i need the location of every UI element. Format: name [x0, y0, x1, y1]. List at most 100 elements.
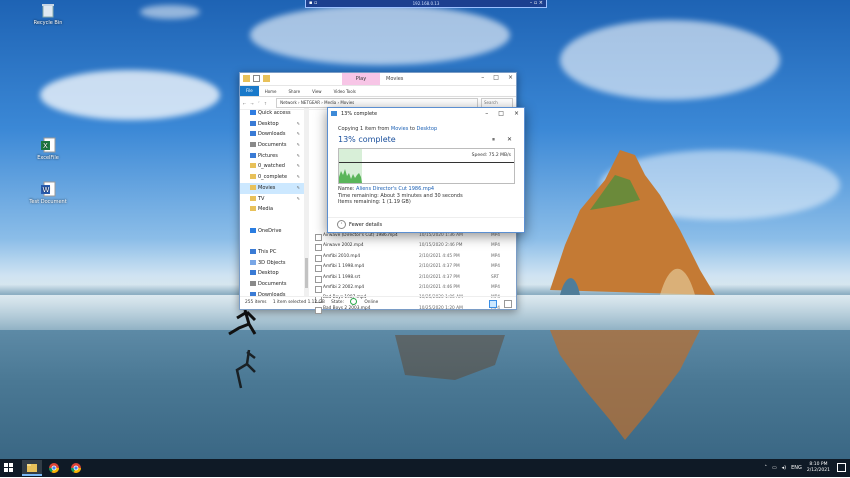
file-type: SRT	[491, 274, 500, 280]
tab-video-tools[interactable]: Video Tools	[328, 89, 362, 94]
remote-desktop-bar[interactable]: ▪ ▫ 192.168.0.13 – ▫ ×	[305, 0, 547, 8]
nav-item-label: 3D Objects	[258, 259, 286, 266]
nav-item[interactable]: Desktop ✎	[240, 119, 304, 130]
rock-arch	[550, 150, 715, 295]
explorer-titlebar[interactable]: Play Movies – □ ×	[240, 73, 516, 86]
nav-item-label: Desktop	[258, 120, 279, 127]
nav-item-label: Desktop	[258, 270, 279, 277]
file-type: MP4	[491, 264, 501, 270]
up-arrow-icon[interactable]: ↑	[264, 101, 267, 106]
new-folder-icon[interactable]	[263, 75, 270, 82]
file-date: 2/10/2021 4:37 PM	[419, 274, 460, 280]
source-folder-link[interactable]: Movies	[391, 126, 408, 132]
items-label: Items remaining:	[338, 199, 383, 205]
nav-item[interactable]: OneDrive	[240, 226, 304, 237]
nav-item[interactable]: Desktop	[240, 268, 304, 279]
file-row[interactable]: Airwave 2002.mp4 10/15/2020 2:46 PM MP4	[314, 241, 514, 252]
minimize-icon[interactable]: –	[485, 108, 488, 120]
file-name: Amfibi 1 1998.srt	[314, 273, 419, 283]
maximize-icon[interactable]: □	[498, 108, 504, 120]
back-arrow-icon[interactable]: ←	[243, 101, 246, 106]
copy-source-line: Copying 1 item from Movies to Desktop	[338, 126, 437, 132]
file-row[interactable]: Amfibi 1 1998.mp4 2/10/2021 4:37 PM MP4	[314, 262, 514, 273]
destination-folder-link[interactable]: Desktop	[417, 126, 438, 132]
nav-item[interactable]: Movies ✎	[240, 182, 304, 194]
folder-icon	[250, 270, 256, 276]
tab-share[interactable]: Share	[283, 89, 307, 94]
scroll-thumb[interactable]	[305, 258, 308, 288]
nav-scrollbar[interactable]	[304, 108, 309, 296]
tab-home[interactable]: Home	[259, 89, 283, 94]
network-icon[interactable]: ▭	[772, 465, 777, 471]
forward-arrow-icon[interactable]: →	[250, 101, 253, 106]
taskbar-file-explorer[interactable]	[22, 460, 42, 476]
maximize-icon[interactable]: □	[493, 74, 499, 81]
transfer-speed-graph: Speed: 75.2 MB/s	[338, 148, 515, 184]
recent-chevron-icon[interactable]: ˅	[258, 101, 260, 106]
file-row[interactable]: Amfibi 2010.mp4 2/10/2021 4:45 PM MP4	[314, 252, 514, 263]
tab-file[interactable]: File	[240, 86, 259, 96]
nav-item[interactable]: TV ✎	[240, 194, 304, 205]
dialog-titlebar[interactable]: 13% complete – □ ×	[328, 108, 524, 120]
clock[interactable]: 8:10 PM 2/12/2021	[807, 462, 830, 474]
nav-item[interactable]: 0_watched ✎	[240, 161, 304, 172]
close-icon[interactable]: ×	[508, 74, 513, 81]
file-row[interactable]: Amfibi 2 2002.mp4 2/10/2021 4:46 PM MP4	[314, 283, 514, 294]
properties-icon[interactable]	[253, 75, 260, 82]
nav-item[interactable]: Pictures ✎	[240, 151, 304, 162]
close-icon[interactable]: ✕	[507, 136, 512, 144]
nav-item-label: Downloads	[258, 131, 286, 138]
pin-icon[interactable]: ▪ ▫	[309, 0, 317, 7]
fewer-details-toggle[interactable]: ˄ Fewer details	[328, 217, 524, 232]
file-name: Amfibi 2010.mp4	[314, 252, 419, 263]
nav-buttons: ← → ˅ ↑	[240, 101, 270, 106]
nav-item-label: Movies	[258, 184, 276, 191]
action-center-icon[interactable]	[837, 463, 846, 472]
taskbar-chrome-1[interactable]	[44, 460, 64, 476]
nav-item[interactable]: This PC	[240, 247, 304, 258]
taskbar: ˄ ▭ ◂) ENG 8:10 PM 2/12/2021	[0, 459, 850, 477]
excel-icon: X	[40, 137, 56, 153]
play-context-tab[interactable]: Play	[342, 73, 380, 85]
copy-progress-dialog[interactable]: 13% complete – □ × Copying 1 item from M…	[327, 107, 525, 233]
file-date: 2/10/2021 4:45 PM	[419, 253, 460, 259]
folder-icon	[250, 163, 256, 169]
clock-date: 2/12/2021	[806, 468, 830, 473]
window-controls: – □ ×	[481, 74, 513, 81]
nav-item	[240, 215, 304, 226]
nav-item[interactable]: 3D Objects	[240, 258, 304, 269]
nav-item[interactable]: Media	[240, 204, 304, 215]
folder-icon	[250, 120, 256, 126]
taskbar-chrome-2[interactable]	[66, 460, 86, 476]
dialog-title: 13% complete	[341, 111, 378, 117]
windows-start-icon[interactable]	[4, 463, 14, 473]
explorer-reflection	[395, 335, 505, 380]
folder-icon	[250, 227, 256, 233]
percent-complete: 13% complete	[338, 135, 396, 144]
nav-item[interactable]: Documents	[240, 279, 304, 290]
state-value: Online	[364, 300, 379, 305]
pause-icon[interactable]: ⏸	[492, 136, 495, 144]
desktop-icon-recycle-bin[interactable]: Recycle Bin	[28, 2, 68, 26]
volume-icon[interactable]: ◂)	[782, 465, 786, 471]
selection-info: 1 item selected 1.12 GB	[272, 300, 325, 305]
desktop-icon-test-document[interactable]: W Test Document	[28, 181, 68, 205]
nav-item[interactable]: Documents ✎	[240, 140, 304, 151]
tab-view[interactable]: View	[306, 89, 328, 94]
nav-item[interactable]: Downloads ✎	[240, 129, 304, 140]
items-row: Items remaining: 1 (1.19 GB)	[338, 199, 463, 206]
close-icon[interactable]: ×	[514, 108, 519, 120]
minimize-icon[interactable]: –	[481, 74, 484, 81]
file-row[interactable]: Amfibi 1 1998.srt 2/10/2021 4:37 PM SRT	[314, 273, 514, 283]
pin-icon: ✎	[296, 131, 300, 137]
chevron-up-icon[interactable]: ˄	[764, 465, 767, 471]
folder-icon	[250, 184, 256, 190]
remote-window-buttons[interactable]: – ▫ ×	[530, 0, 543, 7]
desktop-icon-excelfile[interactable]: X ExcelFile	[28, 137, 68, 161]
rock-reflection	[550, 330, 700, 440]
input-language[interactable]: ENG	[791, 465, 802, 471]
nav-item[interactable]: Quick access	[240, 108, 304, 119]
nav-item[interactable]: 0_complete ✎	[240, 172, 304, 183]
large-icons-view-icon[interactable]	[504, 300, 512, 308]
details-view-icon[interactable]	[489, 300, 497, 308]
